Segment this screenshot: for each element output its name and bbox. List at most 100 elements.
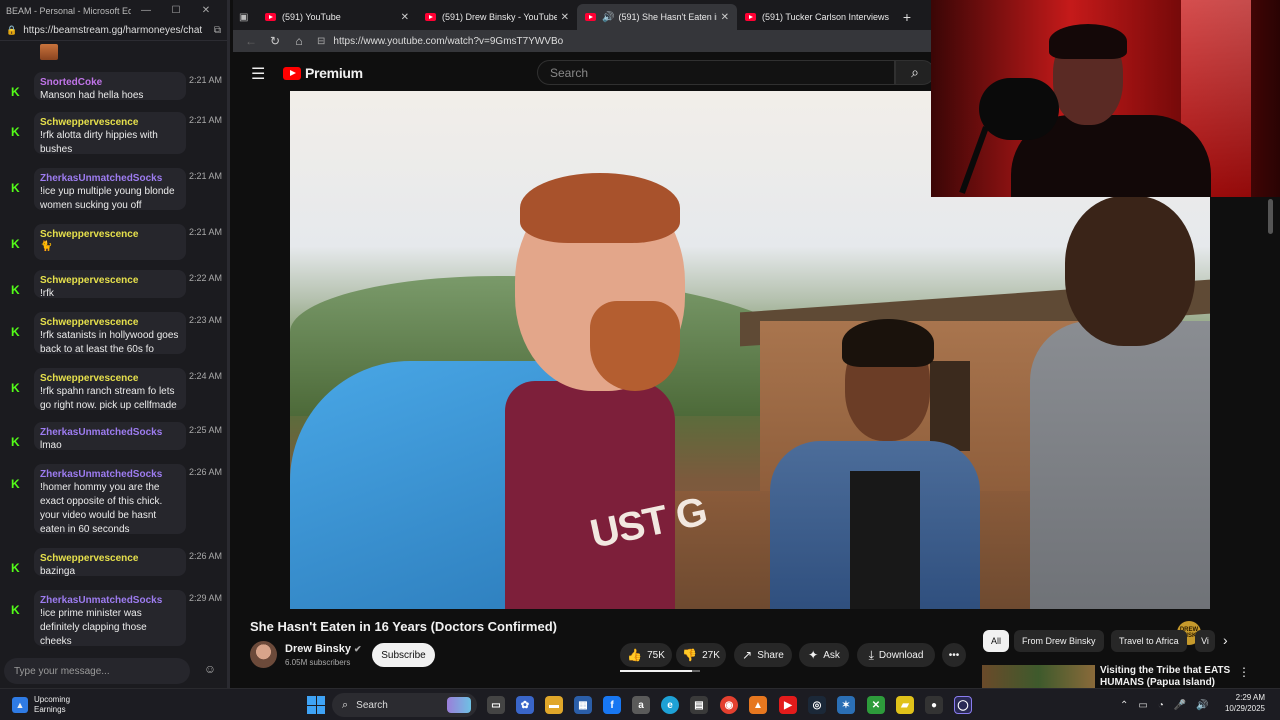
app-active-icon[interactable]: ◯ bbox=[954, 696, 972, 714]
store-icon[interactable]: ▦ bbox=[574, 696, 592, 714]
close-icon[interactable]: ✕ bbox=[191, 5, 221, 16]
chat-username[interactable]: ZherkasUnmatchedSocks bbox=[40, 594, 180, 607]
steam-icon[interactable]: ◎ bbox=[808, 696, 826, 714]
tab-actions-icon[interactable]: ▣ bbox=[239, 4, 257, 30]
share-button[interactable]: ↗ Share bbox=[734, 643, 792, 667]
chat-input[interactable]: Type your message... bbox=[4, 658, 190, 684]
app-icon[interactable]: ⧉ bbox=[214, 25, 221, 36]
chat-username[interactable]: ZherkasUnmatchedSocks bbox=[40, 172, 180, 185]
channel-name-link[interactable]: Drew Binsky ✔ bbox=[285, 643, 362, 655]
chat-text: !rfk bbox=[40, 288, 54, 299]
site-info-icon[interactable]: ⊟ bbox=[317, 36, 325, 47]
chat-username[interactable]: Schweppervescence bbox=[40, 116, 180, 129]
avatar[interactable] bbox=[250, 641, 277, 668]
youtube-app-icon[interactable]: ▶ bbox=[779, 696, 797, 714]
tab-drew-binsky[interactable]: (591) Drew Binsky - YouTube ✕ bbox=[417, 4, 577, 30]
news-widget[interactable]: ▲ Upcoming Earnings bbox=[12, 693, 122, 717]
close-tab-icon[interactable]: ✕ bbox=[721, 12, 729, 23]
chip-all[interactable]: All bbox=[983, 630, 1010, 652]
close-tab-icon[interactable]: ✕ bbox=[401, 12, 409, 23]
chevron-up-icon[interactable]: ⌃ bbox=[1120, 700, 1128, 711]
facebook-icon[interactable]: f bbox=[603, 696, 621, 714]
chat-text: !rfk spahn ranch stream fo lets go right… bbox=[40, 386, 177, 411]
chip-from-channel[interactable]: From Drew Binsky bbox=[1014, 630, 1104, 652]
windows-start-icon[interactable] bbox=[307, 696, 325, 714]
chat-url: https://beamstream.gg/harmoneyes/chat bbox=[23, 25, 203, 36]
chat-bubble: Schweppervescence !rfk alotta dirty hippi… bbox=[34, 112, 186, 155]
recommended-thumbnail[interactable] bbox=[982, 665, 1095, 688]
chart-icon: ▲ bbox=[12, 697, 28, 713]
chat-username[interactable]: Schweppervescence bbox=[40, 552, 180, 565]
notes-icon[interactable]: ▰ bbox=[896, 696, 914, 714]
more-actions-button[interactable]: ••• bbox=[942, 643, 966, 667]
chat-username[interactable]: Schweppervescence bbox=[40, 372, 180, 385]
home-icon[interactable]: ⌂ bbox=[287, 34, 311, 48]
hamburger-menu-icon[interactable]: ☰ bbox=[251, 64, 265, 84]
calculator-icon[interactable]: ▤ bbox=[690, 696, 708, 714]
chat-bubble: Schweppervescence !rfk bbox=[34, 270, 186, 299]
news-widget-text: Upcoming Earnings bbox=[34, 695, 70, 715]
minimize-icon[interactable]: — bbox=[131, 5, 161, 16]
kick-badge-icon: K bbox=[11, 477, 20, 491]
news-widget-subtitle: Earnings bbox=[34, 705, 66, 714]
microphone-icon[interactable]: 🎤 bbox=[1174, 700, 1186, 711]
chat-username[interactable]: SnortedCoke bbox=[40, 76, 180, 89]
kick-badge-icon: K bbox=[11, 561, 20, 575]
vlc-icon[interactable]: ▲ bbox=[749, 696, 767, 714]
kick-badge-icon: K bbox=[11, 125, 20, 139]
taskbar-clock[interactable]: 2:29 AM 10/29/2025 bbox=[1220, 692, 1265, 714]
chip-more[interactable]: Vi bbox=[1195, 630, 1215, 652]
ask-button[interactable]: ✦ Ask bbox=[799, 643, 849, 667]
youtube-logo[interactable]: Premium bbox=[283, 65, 363, 81]
obs-icon[interactable]: ● bbox=[925, 696, 943, 714]
tab-label: (591) Drew Binsky - YouTube bbox=[442, 12, 557, 22]
file-explorer-icon[interactable]: ▬ bbox=[545, 696, 563, 714]
chat-address-bar[interactable]: 🔒 https://beamstream.gg/harmoneyes/chat … bbox=[0, 21, 227, 41]
xbox-icon[interactable]: ✕ bbox=[867, 696, 885, 714]
new-tab-icon[interactable]: + bbox=[897, 4, 917, 30]
task-view-icon[interactable]: ▭ bbox=[487, 696, 505, 714]
like-button[interactable]: 👍 75K bbox=[620, 643, 672, 667]
back-icon[interactable]: ← bbox=[239, 34, 263, 48]
search-input[interactable]: Search bbox=[537, 60, 895, 85]
settings-gear-icon[interactable]: ✶ bbox=[837, 696, 855, 714]
tab-youtube-home[interactable]: (591) YouTube ✕ bbox=[257, 4, 417, 30]
edge-icon[interactable]: e bbox=[661, 696, 679, 714]
amazon-icon[interactable]: a bbox=[632, 696, 650, 714]
download-button[interactable]: ⤓ Download bbox=[857, 643, 935, 667]
chat-bubble: Schweppervescence !rfk satanists in holly… bbox=[34, 312, 186, 355]
refresh-icon[interactable]: ↻ bbox=[263, 34, 287, 48]
chat-username[interactable]: Schweppervescence bbox=[40, 316, 180, 329]
scrollbar-thumb[interactable] bbox=[1268, 199, 1273, 234]
dislike-button[interactable]: 👎 27K bbox=[676, 643, 726, 667]
chevron-right-icon[interactable]: › bbox=[1223, 632, 1228, 648]
chat-username[interactable]: Schweppervescence bbox=[40, 274, 180, 287]
search-icon[interactable]: ⌕ bbox=[895, 60, 935, 85]
youtube-icon bbox=[265, 13, 276, 21]
chat-username[interactable]: ZherkasUnmatchedSocks bbox=[40, 468, 180, 481]
copilot-icon[interactable]: ✿ bbox=[516, 696, 534, 714]
chat-message-list[interactable]: K SnortedCoke Manson had hella hoes 2:21 AM… bbox=[0, 42, 226, 654]
page-scrollbar[interactable] bbox=[1267, 197, 1275, 687]
video-person-shirt bbox=[505, 381, 675, 609]
volume-icon[interactable]: 🔊 bbox=[1196, 700, 1208, 711]
subscribe-button[interactable]: Subscribe bbox=[372, 643, 435, 667]
tab-tucker-carlson[interactable]: (591) Tucker Carlson Interviews N bbox=[737, 4, 897, 30]
taskbar-search[interactable]: ⌕ Search bbox=[332, 693, 477, 717]
search-highlight-icon bbox=[447, 697, 471, 713]
maximize-icon[interactable]: ☐ bbox=[161, 5, 191, 16]
recommended-title[interactable]: Visiting the Tribe that EATS HUMANS (Pap… bbox=[1100, 665, 1240, 688]
chrome-icon[interactable]: ◉ bbox=[720, 696, 738, 714]
chip-travel-africa[interactable]: Travel to Africa bbox=[1111, 630, 1187, 652]
clock-date: 10/29/2025 bbox=[1224, 704, 1265, 713]
close-tab-icon[interactable]: ✕ bbox=[561, 12, 569, 23]
chat-username[interactable]: Schweppervescence bbox=[40, 228, 180, 241]
tab-current-video[interactable]: 🔊 (591) She Hasn't Eaten in 16 ✕ bbox=[577, 4, 737, 30]
network-icon[interactable]: ◔ bbox=[1158, 700, 1164, 711]
chat-username[interactable]: ZherkasUnmatchedSocks bbox=[40, 426, 180, 439]
audio-playing-icon[interactable]: 🔊 bbox=[602, 12, 614, 23]
battery-icon[interactable]: ▭ bbox=[1138, 700, 1147, 711]
emote-picker-icon[interactable]: ☺ bbox=[200, 662, 220, 680]
kebab-menu-icon[interactable]: ⋮ bbox=[1238, 665, 1250, 679]
chat-timestamp: 2:21 AM bbox=[189, 227, 223, 237]
